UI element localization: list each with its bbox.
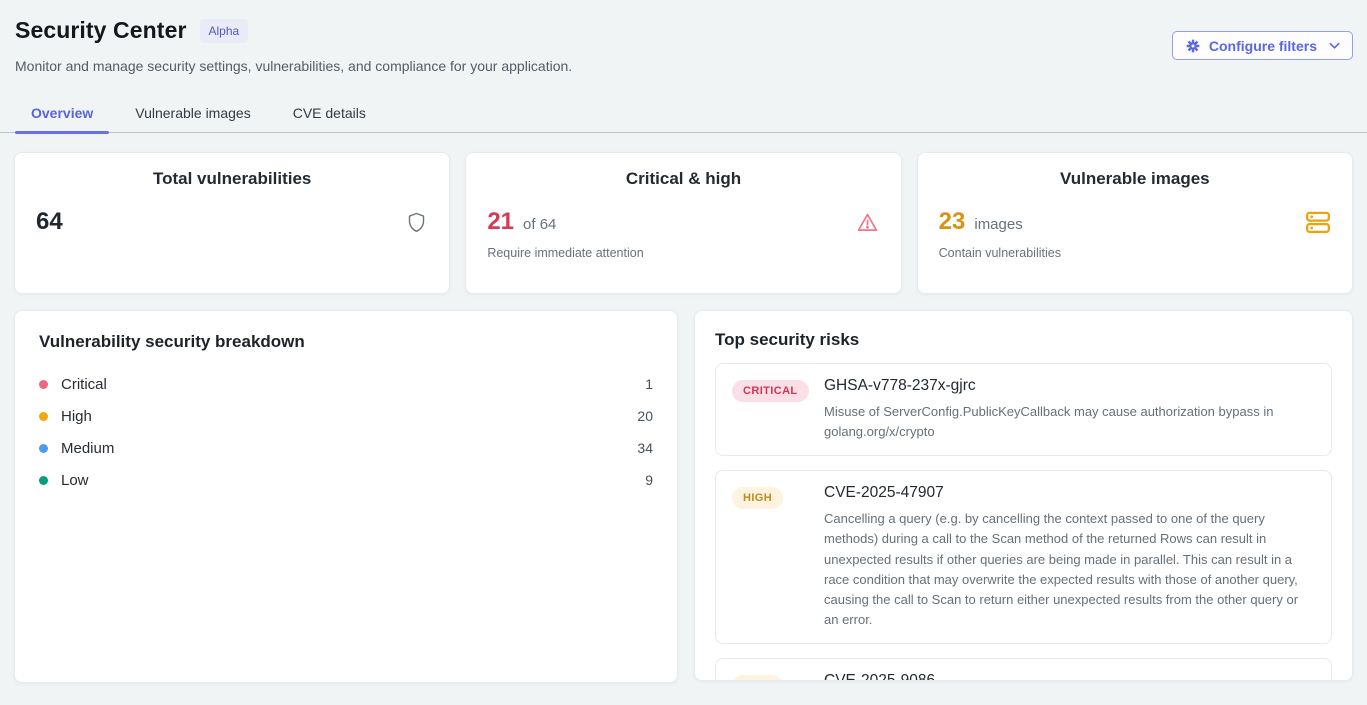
tab-overview[interactable]: Overview xyxy=(15,96,109,132)
stat-title: Critical & high xyxy=(487,169,879,189)
stat-note: Require immediate attention xyxy=(487,246,879,260)
risk-list: CRITICAL GHSA-v778-237x-gjrc Misuse of S… xyxy=(715,363,1332,681)
breakdown-row-low: Low 9 xyxy=(39,464,653,496)
server-stack-icon xyxy=(1305,211,1331,234)
page-header: Security Center Alpha Configure filters … xyxy=(0,0,1367,133)
stat-suffix: of 64 xyxy=(523,216,556,233)
risks-panel-title: Top security risks xyxy=(715,330,1332,350)
risk-description: Cancelling a query (e.g. by cancelling t… xyxy=(824,509,1309,630)
tab-cve-details[interactable]: CVE details xyxy=(277,96,382,132)
tab-vulnerable-images[interactable]: Vulnerable images xyxy=(119,96,266,132)
page-title: Security Center xyxy=(15,17,187,44)
stat-value-critical-high: 21 xyxy=(487,208,514,236)
top-security-risks-panel: Top security risks CRITICAL GHSA-v778-23… xyxy=(694,310,1353,681)
breakdown-row-high: High 20 xyxy=(39,400,653,432)
stat-card-total-vulnerabilities: Total vulnerabilities 64 xyxy=(14,152,450,294)
severity-badge-critical: CRITICAL xyxy=(732,380,809,402)
medium-dot-icon xyxy=(39,444,48,453)
risk-id: CVE-2025-47907 xyxy=(824,484,1309,502)
alpha-badge: Alpha xyxy=(200,19,249,43)
tab-bar: Overview Vulnerable images CVE details xyxy=(0,96,1367,133)
warning-triangle-icon xyxy=(855,210,880,235)
stat-value-vulnerable-images: 23 xyxy=(939,208,966,236)
breakdown-rows: Critical 1 High 20 Medium 34 Low 9 xyxy=(39,368,653,496)
stat-value-total: 64 xyxy=(36,208,63,236)
breakdown-label: Critical xyxy=(61,376,107,393)
breakdown-value: 20 xyxy=(637,408,653,424)
breakdown-panel-title: Vulnerability security breakdown xyxy=(39,332,653,352)
vulnerability-breakdown-panel: Vulnerability security breakdown Critica… xyxy=(14,310,678,683)
risk-item-ghsa-v778-237x-gjrc[interactable]: CRITICAL GHSA-v778-237x-gjrc Misuse of S… xyxy=(715,363,1332,456)
severity-badge-high: HIGH xyxy=(732,675,783,681)
critical-dot-icon xyxy=(39,380,48,389)
main-content: Total vulnerabilities 64 Critical & high… xyxy=(0,133,1367,683)
configure-filters-label: Configure filters xyxy=(1209,38,1317,54)
stat-card-critical-high: Critical & high 21 of 64 Require immedia… xyxy=(465,152,901,294)
page-subtitle: Monitor and manage security settings, vu… xyxy=(15,58,1352,74)
risk-id: GHSA-v778-237x-gjrc xyxy=(824,377,1309,395)
chevron-down-icon xyxy=(1329,42,1340,50)
low-dot-icon xyxy=(39,476,48,485)
configure-filters-button[interactable]: Configure filters xyxy=(1172,31,1353,60)
breakdown-value: 9 xyxy=(645,472,653,488)
risk-id: CVE-2025-9086 xyxy=(824,672,1309,681)
risk-description: Misuse of ServerConfig.PublicKeyCallback… xyxy=(824,402,1309,442)
stat-title: Total vulnerabilities xyxy=(36,169,428,189)
severity-badge-high: HIGH xyxy=(732,487,783,509)
stat-card-vulnerable-images: Vulnerable images 23 images Contain vuln… xyxy=(917,152,1353,294)
risk-item-cve-2025-47907[interactable]: HIGH CVE-2025-47907 Cancelling a query (… xyxy=(715,470,1332,644)
breakdown-label: Low xyxy=(61,472,89,489)
breakdown-row-medium: Medium 34 xyxy=(39,432,653,464)
risk-item-cve-2025-9086[interactable]: HIGH CVE-2025-9086 xyxy=(715,658,1332,681)
breakdown-label: Medium xyxy=(61,440,114,457)
stat-note: Contain vulnerabilities xyxy=(939,246,1331,260)
gear-icon xyxy=(1185,38,1201,54)
breakdown-label: High xyxy=(61,408,92,425)
shield-icon xyxy=(405,210,428,235)
breakdown-row-critical: Critical 1 xyxy=(39,368,653,400)
high-dot-icon xyxy=(39,412,48,421)
stat-title: Vulnerable images xyxy=(939,169,1331,189)
breakdown-value: 1 xyxy=(645,376,653,392)
breakdown-value: 34 xyxy=(637,440,653,456)
stats-row: Total vulnerabilities 64 Critical & high… xyxy=(14,152,1353,294)
stat-suffix: images xyxy=(974,216,1022,233)
